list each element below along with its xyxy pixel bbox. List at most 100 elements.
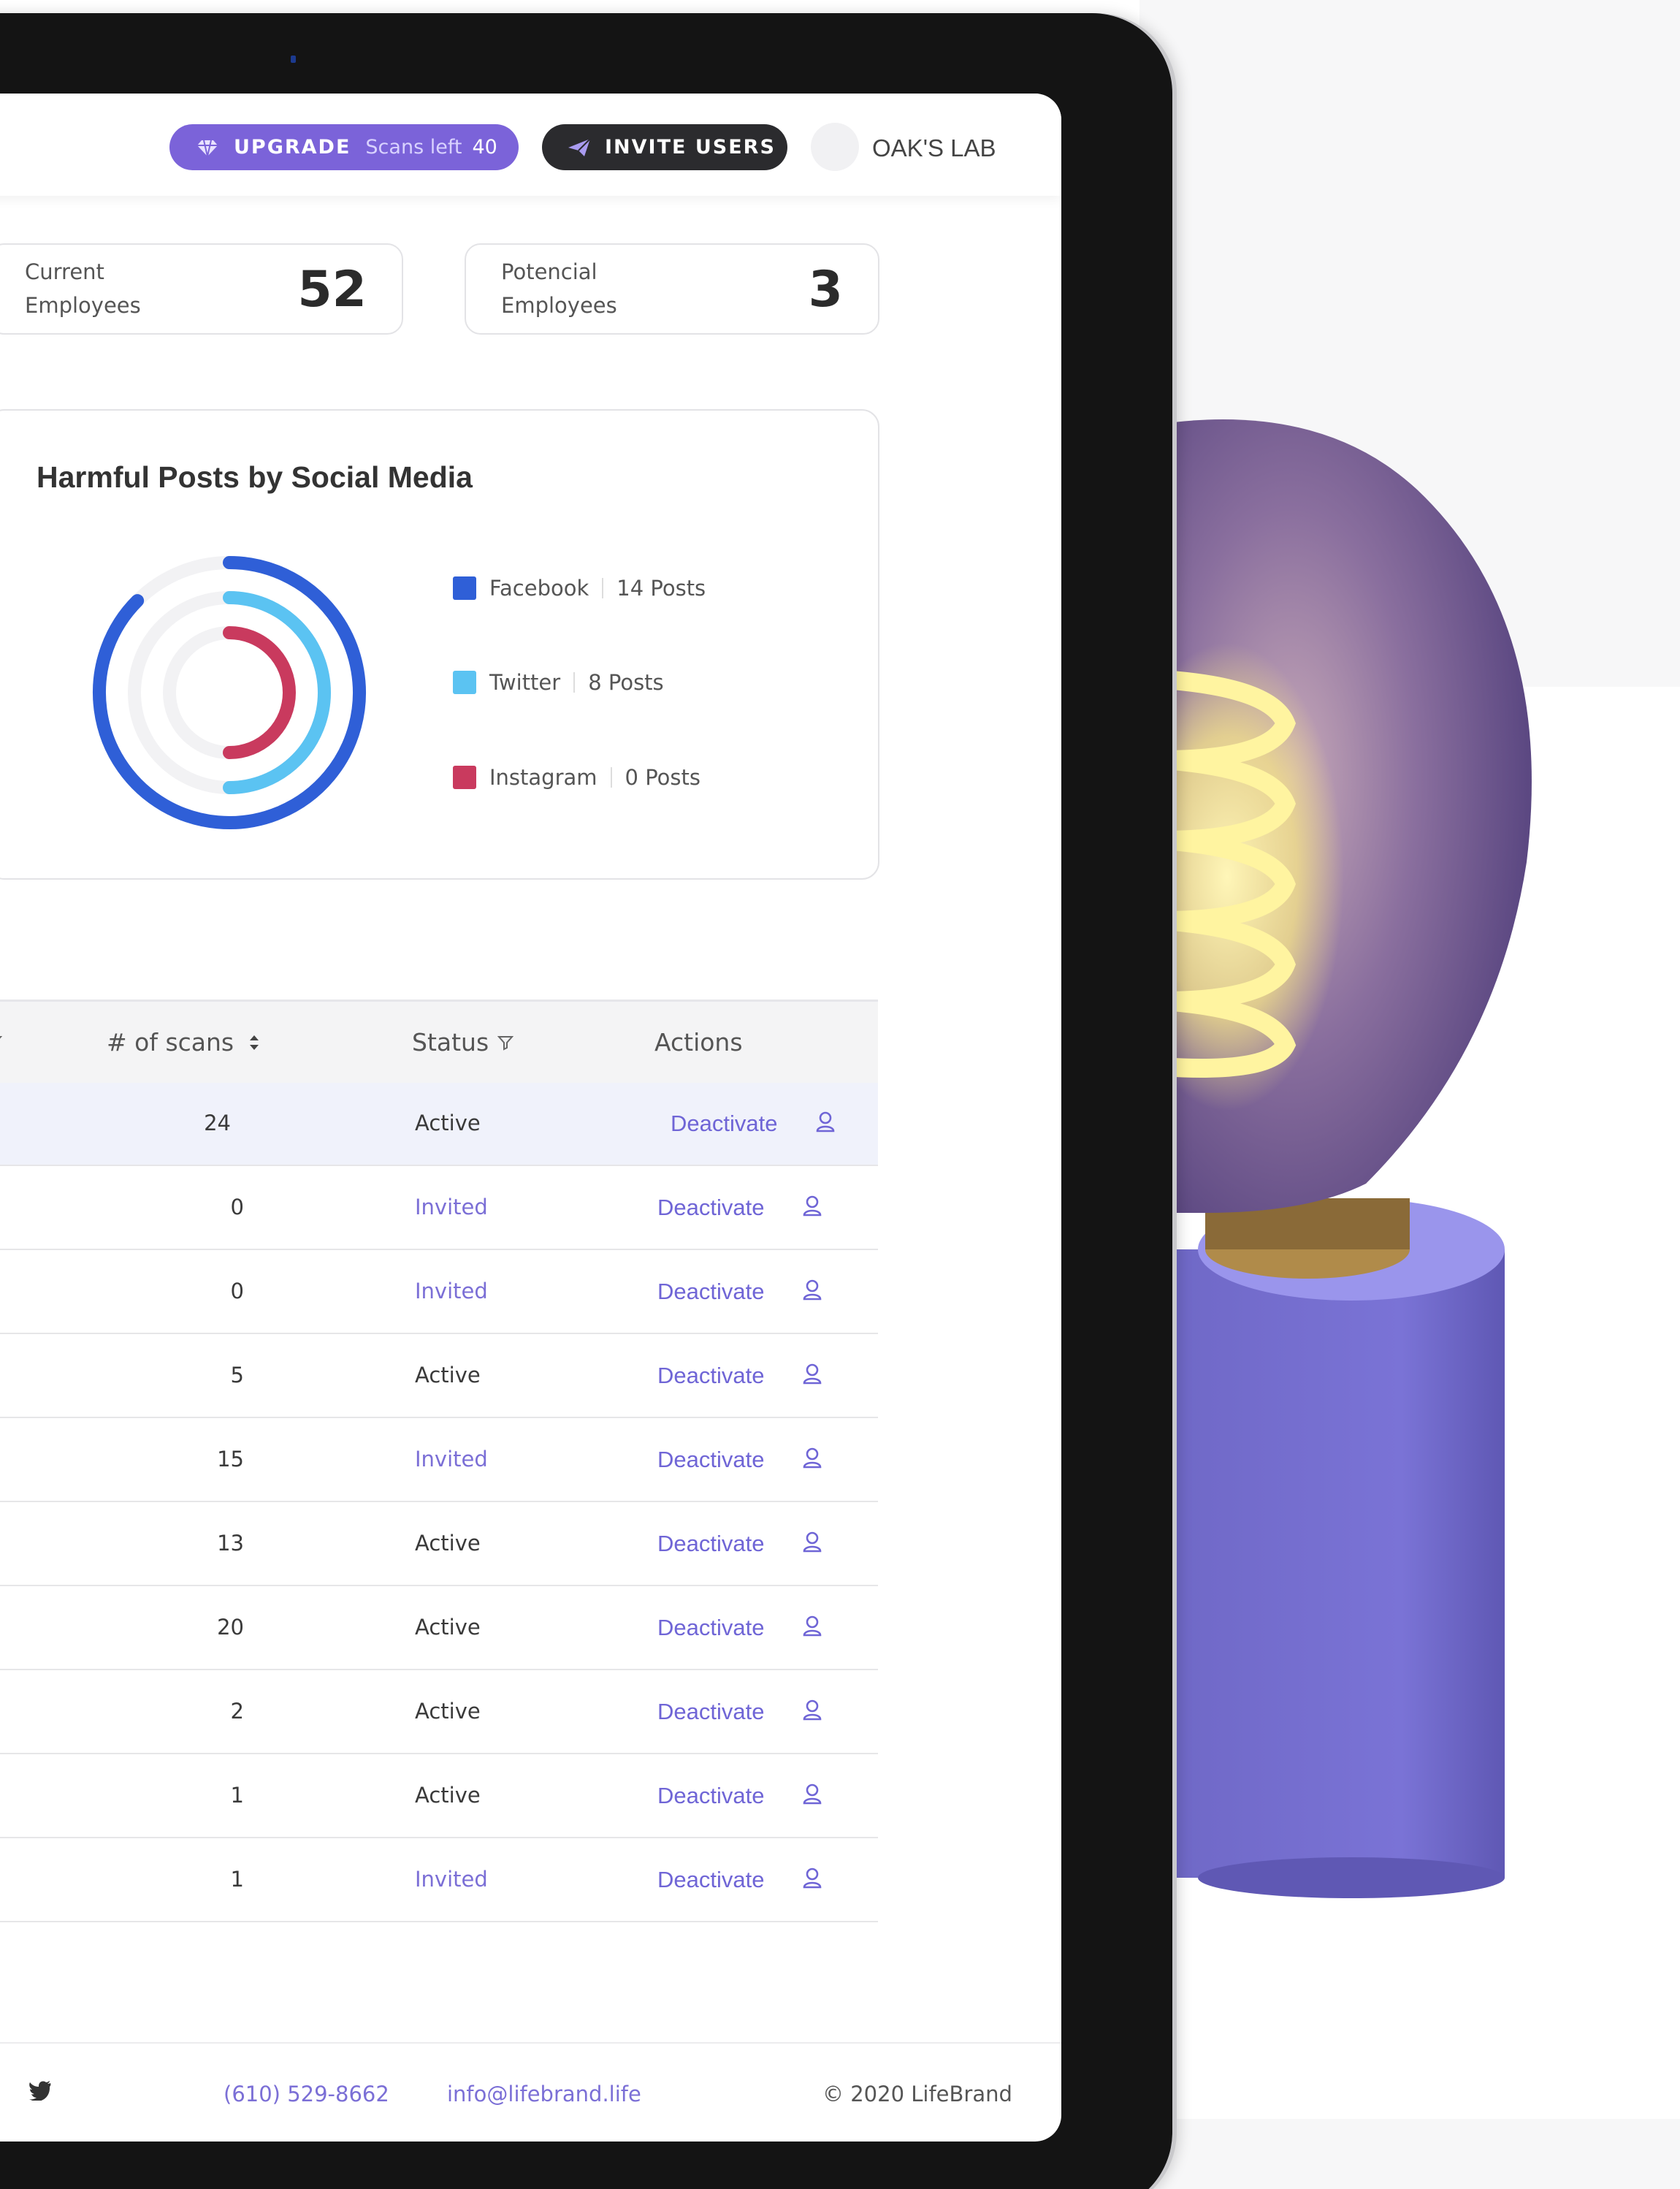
status-cell: Invited: [415, 1195, 488, 1219]
camera: [291, 56, 296, 63]
legend-separator: [602, 578, 604, 598]
column-header-scans[interactable]: # of scans: [107, 1028, 261, 1057]
deactivate-link[interactable]: Deactivate: [657, 1783, 764, 1809]
scans-cell: 15: [217, 1447, 244, 1472]
legend-instagram: Instagram 0 Posts: [453, 765, 700, 790]
ring-instagram: [223, 626, 296, 759]
deactivate-link[interactable]: Deactivate: [657, 1867, 764, 1893]
column-label: Actions: [654, 1028, 743, 1057]
table-row[interactable]: 20 Active Deactivate: [0, 1587, 878, 1670]
current-employees-card: Current Employees 52: [0, 243, 403, 335]
harmful-posts-chart-card: Harmful Posts by Social Media Facebook 1…: [0, 409, 879, 880]
column-label: # of scans: [107, 1028, 234, 1057]
table-row[interactable]: 1 Active Deactivate: [0, 1755, 878, 1838]
legend-separator: [573, 672, 576, 693]
table-row[interactable]: 0 Invited Deactivate: [0, 1167, 878, 1250]
user-icon[interactable]: [802, 1699, 822, 1721]
status-cell: Active: [415, 1783, 481, 1808]
upgrade-label: UPGRADE: [234, 136, 351, 159]
scans-cell: 0: [230, 1195, 244, 1219]
status-cell: Active: [415, 1699, 481, 1724]
user-icon[interactable]: [802, 1447, 822, 1469]
stat-label-line2: Employees: [25, 293, 141, 318]
table-row[interactable]: 13 Active Deactivate: [0, 1503, 878, 1586]
scans-cell: 1: [230, 1783, 244, 1808]
sort-icon[interactable]: [247, 1032, 261, 1053]
diamond-icon: [197, 140, 218, 156]
deactivate-link[interactable]: Deactivate: [671, 1111, 777, 1137]
footer-email[interactable]: info@lifebrand.life: [447, 2082, 641, 2106]
deactivate-link[interactable]: Deactivate: [657, 1195, 764, 1221]
stat-label-line2: Employees: [501, 293, 617, 318]
scans-left-value: 40: [472, 136, 497, 159]
footer-phone[interactable]: (610) 529-8662: [224, 2082, 389, 2106]
avatar[interactable]: [811, 123, 859, 171]
scans-left-label: Scans left: [365, 136, 462, 159]
status-cell: Active: [415, 1615, 481, 1640]
legend-value: 14 Posts: [616, 576, 706, 601]
footer: (610) 529-8662 info@lifebrand.life © 202…: [0, 2042, 1061, 2142]
ring-twitter: [223, 591, 331, 794]
column-header-actions: Actions: [654, 1028, 743, 1057]
org-name[interactable]: OAK'S LAB: [872, 134, 996, 162]
user-icon[interactable]: [802, 1615, 822, 1637]
paper-plane-icon: [568, 137, 591, 156]
legend-facebook: Facebook 14 Posts: [453, 576, 706, 601]
table-row[interactable]: 1 Invited Deactivate: [0, 1839, 878, 1922]
status-cell: Active: [415, 1111, 481, 1135]
deactivate-link[interactable]: Deactivate: [657, 1699, 764, 1725]
table-row[interactable]: 15 Invited Deactivate: [0, 1419, 878, 1502]
background-panel-bottom: [1139, 2119, 1680, 2189]
legend-value: 8 Posts: [588, 670, 664, 695]
table-row[interactable]: 2 Active Deactivate: [0, 1671, 878, 1754]
status-cell: Invited: [415, 1867, 488, 1892]
scans-cell: 13: [217, 1531, 244, 1556]
column-header-status[interactable]: Status: [412, 1028, 514, 1057]
table-row[interactable]: 24 Active Deactivate: [0, 1083, 878, 1166]
filter-icon[interactable]: [497, 1035, 514, 1051]
stat-value: 52: [297, 261, 367, 319]
scans-cell: 5: [230, 1363, 244, 1387]
tablet-frame: UPGRADE Scans left 40 INVITE USERS OAK'S…: [0, 13, 1172, 2189]
column-label: Status: [412, 1028, 489, 1057]
app-screen: UPGRADE Scans left 40 INVITE USERS OAK'S…: [0, 94, 1061, 2142]
twitter-icon[interactable]: [29, 2080, 51, 2101]
user-icon[interactable]: [802, 1195, 822, 1217]
stat-label-line1: Potencial: [501, 259, 597, 284]
footer-copyright: © 2020 LifeBrand: [822, 2082, 1012, 2106]
legend-label: Instagram: [489, 765, 597, 790]
invite-users-button[interactable]: INVITE USERS: [542, 124, 787, 170]
legend-swatch: [453, 576, 476, 600]
user-icon[interactable]: [802, 1363, 822, 1385]
user-icon[interactable]: [802, 1783, 822, 1805]
user-icon[interactable]: [815, 1111, 836, 1132]
filter-icon[interactable]: [0, 1035, 3, 1051]
legend-label: Facebook: [489, 576, 589, 601]
deactivate-link[interactable]: Deactivate: [657, 1447, 764, 1473]
scans-cell: 2: [230, 1699, 244, 1724]
status-cell: Active: [415, 1531, 481, 1556]
legend-swatch: [453, 766, 476, 789]
table-header: ia # of scans Status Actions: [0, 1000, 878, 1083]
legend-twitter: Twitter 8 Posts: [453, 670, 664, 695]
user-icon[interactable]: [802, 1279, 822, 1301]
deactivate-link[interactable]: Deactivate: [657, 1531, 764, 1557]
user-icon[interactable]: [802, 1867, 822, 1889]
scans-cell: 20: [217, 1615, 244, 1640]
table-row[interactable]: 0 Invited Deactivate: [0, 1251, 878, 1334]
deactivate-link[interactable]: Deactivate: [657, 1279, 764, 1305]
table-row[interactable]: 5 Active Deactivate: [0, 1335, 878, 1418]
top-bar: UPGRADE Scans left 40 INVITE USERS OAK'S…: [0, 94, 1061, 196]
upgrade-button[interactable]: UPGRADE Scans left 40: [169, 124, 519, 170]
status-cell: Invited: [415, 1447, 488, 1472]
lamp-illustration: [1161, 419, 1532, 1898]
scans-cell: 24: [204, 1111, 231, 1135]
legend-separator: [610, 767, 612, 788]
deactivate-link[interactable]: Deactivate: [657, 1615, 764, 1641]
invite-label: INVITE USERS: [605, 136, 776, 159]
status-cell: Invited: [415, 1279, 488, 1303]
deactivate-link[interactable]: Deactivate: [657, 1363, 764, 1389]
user-icon[interactable]: [802, 1531, 822, 1553]
radial-chart: [93, 556, 366, 829]
column-header-social-media[interactable]: ia: [0, 1028, 3, 1057]
